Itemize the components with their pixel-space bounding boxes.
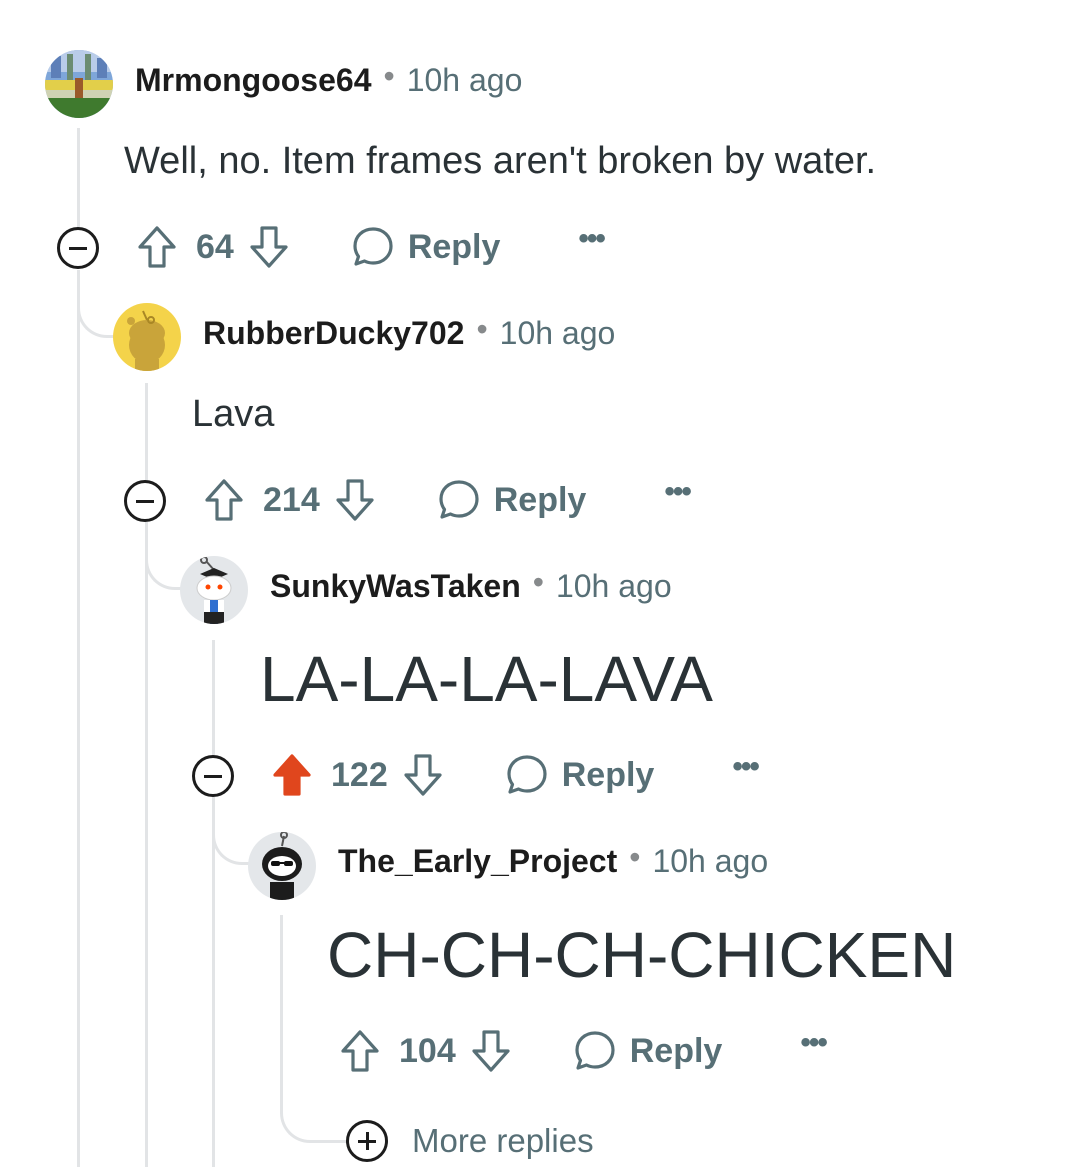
thread-line-level-2[interactable] [212,640,215,755]
snoo-yellow-avatar-icon [113,303,181,371]
collapse-thread-button[interactable] [192,755,234,797]
reply-button[interactable]: Reply [352,226,501,268]
separator-dot: • [629,839,641,875]
comment-body: LA-LA-LA-LAVA [260,643,713,715]
speech-bubble-icon [438,479,480,521]
reply-button[interactable]: Reply [438,479,587,521]
thread-line-level-1[interactable] [145,383,148,481]
comment-body: CH-CH-CH-CHICKEN [327,919,957,991]
comment-body: Lava [192,393,275,435]
reply-label: Reply [493,480,587,519]
downvote-icon[interactable] [402,753,444,797]
downvote-icon[interactable] [248,225,290,269]
comment-actions: 64 Reply ••• [136,222,606,271]
separator-dot: • [476,311,488,347]
snoo-grad-cap-avatar-icon [180,556,248,624]
username[interactable]: SunkyWasTaken [270,568,521,605]
collapse-thread-button[interactable] [124,480,166,522]
reply-button[interactable]: Reply [574,1030,723,1072]
pixel-scene-avatar-icon [45,50,113,118]
separator-dot: • [383,58,395,94]
comment-thread: Mrmongoose64 • 10h ago Well, no. Item fr… [0,0,1080,1167]
thread-line-level-0[interactable] [77,270,80,1167]
downvote-icon[interactable] [470,1029,512,1073]
separator-dot: • [532,564,544,600]
thread-connector [77,270,115,338]
snoo-sunglasses-avatar-icon [248,832,316,900]
more-options-button[interactable]: ••• [578,222,605,256]
upvote-icon-active[interactable] [271,753,313,797]
reply-label: Reply [629,1031,723,1070]
comment-header: RubberDucky702 • 10h ago [203,311,616,352]
reply-label: Reply [407,227,501,266]
thread-connector [212,797,250,865]
more-options-button[interactable]: ••• [664,475,691,509]
speech-bubble-icon [574,1030,616,1072]
collapse-thread-button[interactable] [57,227,99,269]
username[interactable]: RubberDucky702 [203,315,464,352]
upvote-icon[interactable] [339,1029,381,1073]
downvote-icon[interactable] [334,478,376,522]
comment-header: The_Early_Project • 10h ago [338,839,768,880]
comment-actions: 122 Reply ••• [271,750,760,799]
upvote-icon[interactable] [136,225,178,269]
speech-bubble-icon [506,754,548,796]
score: 64 [196,227,234,266]
comment-header: SunkyWasTaken • 10h ago [270,564,672,605]
comment-body: Well, no. Item frames aren't broken by w… [124,140,877,182]
timestamp[interactable]: 10h ago [500,315,616,352]
more-replies-button[interactable]: More replies [346,1120,594,1162]
expand-icon [346,1120,388,1162]
avatar[interactable] [180,556,248,624]
comment-actions: 214 Reply ••• [203,475,692,524]
thread-connector [145,522,183,590]
thread-line-level-1[interactable] [145,522,148,1167]
comment-header: Mrmongoose64 • 10h ago [135,58,523,99]
timestamp[interactable]: 10h ago [407,62,523,99]
thread-line-level-0[interactable] [77,128,80,228]
thread-line-level-2[interactable] [212,797,215,1167]
score: 122 [331,755,388,794]
timestamp[interactable]: 10h ago [652,843,768,880]
timestamp[interactable]: 10h ago [556,568,672,605]
more-replies-label: More replies [412,1122,594,1159]
reply-button[interactable]: Reply [506,754,655,796]
username[interactable]: The_Early_Project [338,843,617,880]
more-options-button[interactable]: ••• [732,750,759,784]
score: 104 [399,1031,456,1070]
upvote-icon[interactable] [203,478,245,522]
reply-label: Reply [561,755,655,794]
speech-bubble-icon [352,226,394,268]
score: 214 [263,480,320,519]
avatar[interactable] [113,303,181,371]
avatar[interactable] [248,832,316,900]
username[interactable]: Mrmongoose64 [135,62,371,99]
comment-actions: 104 Reply ••• [339,1026,828,1075]
more-options-button[interactable]: ••• [800,1026,827,1060]
avatar[interactable] [45,50,113,118]
